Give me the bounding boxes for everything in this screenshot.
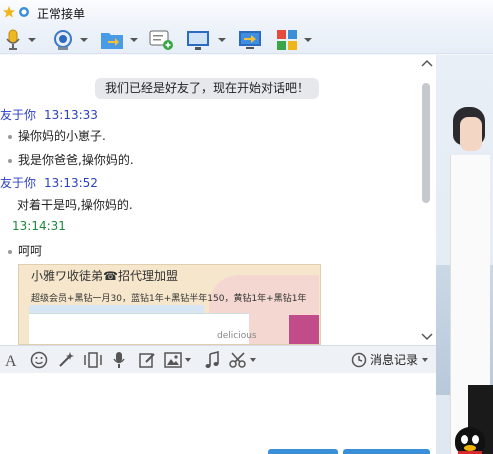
bullet-icon <box>8 249 12 254</box>
message-header: 友于你 13:13:52 <box>0 174 98 191</box>
message-content: 对着干是吗,操你妈的. <box>17 198 133 212</box>
star-icon <box>3 6 15 18</box>
chevron-down-icon <box>130 38 138 42</box>
screenshot-title: 小雅ワ收徒弟☎招代理加盟 <box>31 269 178 283</box>
message-text: 对着干是吗,操你妈的. <box>17 196 133 213</box>
system-message: 我们已经是好友了，现在开始对话吧！ <box>95 78 319 99</box>
voice-call-button[interactable] <box>4 27 36 53</box>
handwriting-button[interactable] <box>138 351 156 369</box>
message-time: 13:14:31 <box>12 219 66 233</box>
message-text: 呵呵 <box>8 242 42 259</box>
scrollbar-thumb[interactable] <box>422 83 430 203</box>
chevron-down-icon <box>422 357 429 362</box>
microphone-icon <box>6 29 20 50</box>
apps-grid-icon <box>277 30 297 50</box>
pencil-edit-icon <box>139 353 155 368</box>
remote-desktop-button[interactable] <box>186 27 226 53</box>
chevron-down-icon <box>80 38 88 42</box>
main-toolbar <box>0 26 493 54</box>
message-header: 友于你 13:13:33 <box>0 106 98 123</box>
embedded-screenshot[interactable]: 小雅ワ收徒弟☎招代理加盟 超级会员+黑钻一月30，蓝钻1年+黑钻半年150，黄钻… <box>18 264 321 345</box>
create-discussion-button[interactable] <box>149 27 175 53</box>
qq-status-icon[interactable] <box>18 6 30 18</box>
font-button[interactable]: A <box>3 351 19 369</box>
chevron-down-icon <box>28 38 36 42</box>
add-chat-icon <box>149 30 173 50</box>
shake-icon <box>84 352 102 368</box>
image-icon <box>164 352 182 368</box>
screenshot-chat-area <box>29 313 249 344</box>
voice-message-button[interactable] <box>112 351 126 369</box>
screenshot-avatar <box>289 315 319 344</box>
message-content: 操你妈的小崽子. <box>18 129 106 143</box>
webcam-icon <box>54 30 72 50</box>
scroll-down-icon[interactable] <box>421 332 433 342</box>
bullet-icon <box>8 158 12 163</box>
clock-icon <box>351 352 367 367</box>
magic-wand-icon <box>59 352 74 367</box>
send-image-button[interactable] <box>164 351 191 369</box>
music-note-icon <box>205 351 219 368</box>
smiley-icon <box>30 351 48 369</box>
chevron-down-icon <box>218 38 226 42</box>
message-content: 呵呵 <box>18 244 43 258</box>
screenshot-toolbar <box>29 305 204 313</box>
chevron-down-icon <box>304 38 312 42</box>
svg-text:A: A <box>5 353 17 369</box>
chevron-down-icon <box>185 358 191 362</box>
chat-scrollbar[interactable] <box>418 55 436 345</box>
user-show-panel <box>436 55 493 454</box>
screenshot-logo-text: delicious <box>217 331 257 341</box>
chevron-down-icon <box>250 358 256 362</box>
microphone-icon <box>113 352 125 368</box>
status-label[interactable]: 正常接单 <box>37 5 85 22</box>
video-call-button[interactable] <box>52 27 88 53</box>
send-button[interactable] <box>343 449 430 454</box>
screenshot-button[interactable] <box>229 351 256 369</box>
screen-share-icon <box>187 31 209 50</box>
message-time: 13:13:52 <box>44 176 98 190</box>
close-button[interactable] <box>268 449 338 454</box>
message-text: 我是你爸爸,操你妈的. <box>8 151 134 168</box>
input-toolbar: A 消息记录 <box>0 345 436 373</box>
message-time: 13:13:33 <box>44 108 98 122</box>
sender-name: 友于你 <box>0 176 37 190</box>
emoji-button[interactable] <box>30 351 48 369</box>
message-history-button[interactable]: 消息记录 <box>351 351 429 368</box>
history-label: 消息记录 <box>370 353 419 367</box>
bullet-icon <box>8 134 12 139</box>
screenshot-subtitle: 超级会员+黑钻一月30，蓝钻1年+黑钻半年150，黄钻1年+黑钻1年 <box>31 294 307 304</box>
message-text: 操你妈的小崽子. <box>8 127 106 144</box>
scroll-up-icon[interactable] <box>421 58 433 68</box>
magic-emoji-button[interactable] <box>57 351 75 369</box>
monitor-arrow-icon <box>239 31 261 49</box>
music-button[interactable] <box>204 351 220 369</box>
send-file-button[interactable] <box>100 27 138 53</box>
chat-history: 我们已经是好友了，现在开始对话吧！ 友于你 13:13:33 操你妈的小崽子. 我… <box>0 55 418 345</box>
shake-window-button[interactable] <box>83 351 103 369</box>
avatar-face <box>460 117 482 151</box>
font-icon: A <box>5 353 17 369</box>
message-input[interactable] <box>0 373 436 454</box>
sender-name: 友于你 <box>0 108 37 122</box>
penguin-icon <box>455 427 485 454</box>
scissors-icon <box>229 352 246 368</box>
folder-arrow-icon <box>101 33 123 49</box>
message-content: 我是你爸爸,操你妈的. <box>18 153 134 167</box>
title-bar: 正常接单 <box>0 0 493 26</box>
apps-button[interactable] <box>276 27 312 53</box>
screen-share-button[interactable] <box>238 27 262 53</box>
